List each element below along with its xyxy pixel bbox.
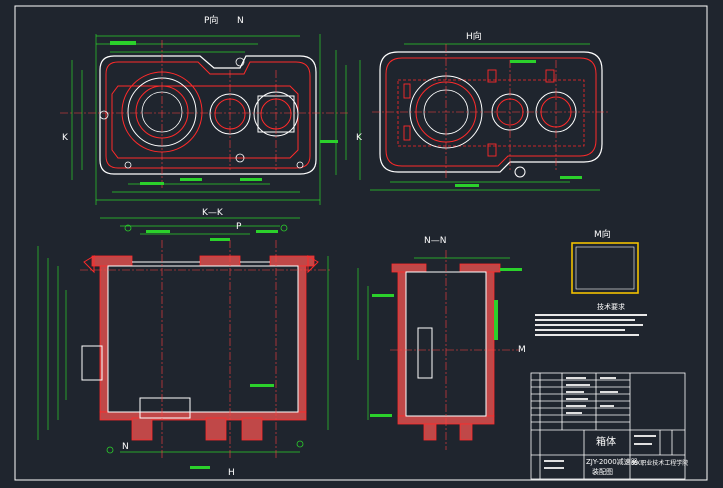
- sheet-label: 装配图: [592, 468, 613, 476]
- n-n-section-title: N—N: [424, 236, 447, 246]
- n-arrow-bottom-label: N: [122, 442, 129, 452]
- n-arrow-label: N: [237, 16, 244, 26]
- k-left-label: K: [62, 133, 68, 143]
- h-arrow-label: H: [228, 468, 235, 478]
- cad-drawing-sheet: [14, 5, 708, 481]
- n-n-section: [357, 250, 522, 450]
- m-view-title: M向: [594, 230, 611, 240]
- m-view: [571, 242, 639, 294]
- m-arrow-label: M: [518, 345, 526, 355]
- notes-title: 技术要求: [597, 303, 625, 311]
- k-k-section: [37, 217, 330, 469]
- part-name: 箱体: [596, 437, 616, 448]
- h-view-title: H向: [466, 32, 482, 42]
- k-right-label: K: [356, 133, 362, 143]
- p-arrow-label: P: [236, 222, 242, 232]
- h-view: [359, 43, 610, 191]
- p-view-title: P向: [204, 16, 219, 26]
- p-view: [60, 34, 350, 205]
- school-name: XX职业技术工程学院: [632, 460, 689, 467]
- k-k-section-title: K—K: [202, 208, 223, 218]
- technical-notes: 技术要求: [535, 303, 655, 349]
- drawing-number: ZJY-2000减速器: [586, 458, 638, 466]
